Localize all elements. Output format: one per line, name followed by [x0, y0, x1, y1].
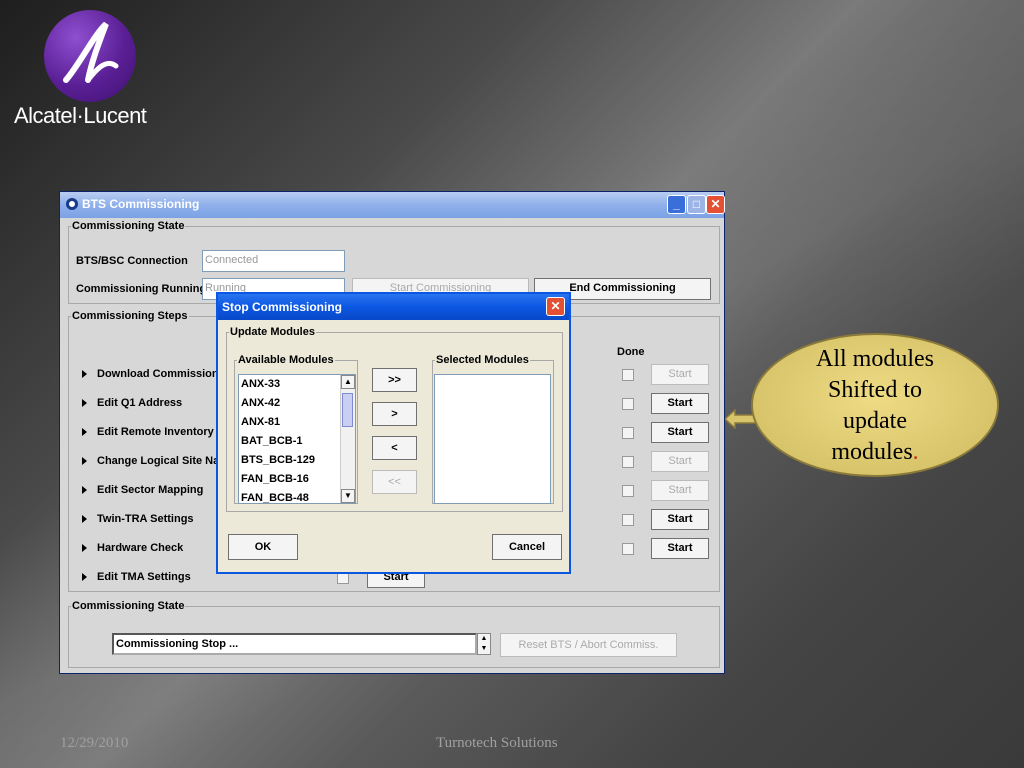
callout-line: modules [831, 439, 913, 465]
module-list-item[interactable]: BTS_BCB-129 [239, 451, 355, 470]
done-header: Done [617, 346, 645, 358]
stop-commissioning-dialog: Stop Commissioning ✕ Update Modules Avai… [216, 292, 571, 574]
group-legend: Commissioning Steps [72, 310, 188, 322]
step-start-button[interactable]: Start [651, 509, 709, 530]
scroll-up-icon[interactable]: ▲ [341, 375, 355, 389]
step-done-checkbox[interactable] [622, 514, 634, 526]
dialog-title: Stop Commissioning [222, 300, 342, 314]
app-icon [66, 198, 78, 210]
group-legend: Selected Modules [436, 354, 529, 366]
status-field[interactable]: Commissioning Stop ... [112, 633, 477, 655]
module-list-item[interactable]: FAN_BCB-48 [239, 489, 355, 503]
step-done-checkbox[interactable] [622, 369, 634, 381]
group-legend: Commissioning State [72, 220, 185, 232]
step-expand-icon[interactable] [82, 515, 87, 523]
callout-text: All modules Shifted to update modules. [751, 344, 999, 468]
step-start-button[interactable]: Start [651, 422, 709, 443]
selected-modules-list[interactable] [434, 374, 551, 504]
cancel-button[interactable]: Cancel [492, 534, 562, 560]
footer-date: 12/29/2010 [60, 735, 129, 751]
callout-line-last: modules. [751, 437, 999, 468]
step-label: Edit Sector Mapping [97, 484, 204, 496]
list-scrollbar[interactable]: ▲ ▼ [340, 375, 355, 503]
group-legend: Commissioning State [72, 600, 185, 612]
step-label: Change Logical Site Name [97, 455, 236, 467]
window-title: BTS Commissioning [82, 197, 200, 211]
move-all-right-button[interactable]: >> [372, 368, 417, 392]
scroll-down-icon[interactable]: ▼ [341, 489, 355, 503]
move-right-button[interactable]: > [372, 402, 417, 426]
step-done-checkbox[interactable] [622, 398, 634, 410]
step-start-button[interactable]: Start [651, 538, 709, 559]
step-label: Edit Remote Inventory [97, 426, 214, 438]
step-label: Download Commissioning [97, 368, 236, 380]
spin-up-icon[interactable]: ▲ [478, 634, 490, 644]
group-legend: Update Modules [230, 326, 315, 338]
running-label: Commissioning Running [76, 283, 207, 295]
step-expand-icon[interactable] [82, 428, 87, 436]
step-label: Hardware Check [97, 542, 184, 554]
maximize-button[interactable]: □ [687, 195, 706, 214]
module-list-item[interactable]: ANX-81 [239, 413, 355, 432]
callout-line: Shifted to [828, 377, 922, 403]
footer-company: Turnotech Solutions [436, 735, 558, 751]
callout-line: All modules [816, 346, 934, 372]
step-expand-icon[interactable] [82, 544, 87, 552]
step-done-checkbox[interactable] [622, 543, 634, 555]
step-label: Edit Q1 Address [97, 397, 183, 409]
alcatel-lucent-logo-icon [44, 10, 136, 102]
minimize-button[interactable]: _ [667, 195, 686, 214]
spin-down-icon[interactable]: ▼ [478, 644, 490, 654]
available-modules-list[interactable]: ANX-33 ANX-42 ANX-81 BAT_BCB-1 BTS_BCB-129 FA… [238, 374, 356, 504]
reset-bts-button[interactable]: Reset BTS / Abort Commiss. [500, 633, 677, 657]
module-list-item[interactable]: ANX-33 [239, 375, 355, 394]
step-expand-icon[interactable] [82, 486, 87, 494]
close-button[interactable]: ✕ [706, 195, 725, 214]
step-expand-icon[interactable] [82, 370, 87, 378]
move-all-left-button[interactable]: << [372, 470, 417, 494]
callout-dot: . [912, 439, 919, 465]
step-start-button[interactable]: Start [651, 393, 709, 414]
group-legend: Available Modules [238, 354, 334, 366]
dialog-titlebar[interactable]: Stop Commissioning ✕ [218, 294, 569, 320]
step-label: Twin-TRA Settings [97, 513, 194, 525]
dialog-close-button[interactable]: ✕ [546, 297, 565, 316]
ok-button[interactable]: OK [228, 534, 298, 560]
step-done-checkbox[interactable] [622, 485, 634, 497]
step-label: Edit TMA Settings [97, 571, 191, 583]
connection-field[interactable]: Connected [202, 250, 345, 272]
callout-line: update [843, 408, 907, 434]
step-start-button[interactable]: Start [651, 451, 709, 472]
step-start-button[interactable]: Start [651, 364, 709, 385]
step-done-checkbox[interactable] [622, 456, 634, 468]
module-list-item[interactable]: BAT_BCB-1 [239, 432, 355, 451]
move-left-button[interactable]: < [372, 436, 417, 460]
step-start-button[interactable]: Start [651, 480, 709, 501]
window-titlebar[interactable]: BTS Commissioning _ □ ✕ [60, 192, 725, 218]
connection-label: BTS/BSC Connection [76, 255, 188, 267]
step-done-checkbox[interactable] [622, 427, 634, 439]
step-expand-icon[interactable] [82, 573, 87, 581]
logo-wordmark: Alcatel·Lucent [14, 103, 147, 128]
step-expand-icon[interactable] [82, 399, 87, 407]
module-list-item[interactable]: ANX-42 [239, 394, 355, 413]
scroll-thumb[interactable] [342, 393, 353, 427]
module-list-item[interactable]: FAN_BCB-16 [239, 470, 355, 489]
step-expand-icon[interactable] [82, 457, 87, 465]
status-spinner[interactable]: ▲ ▼ [477, 633, 491, 655]
